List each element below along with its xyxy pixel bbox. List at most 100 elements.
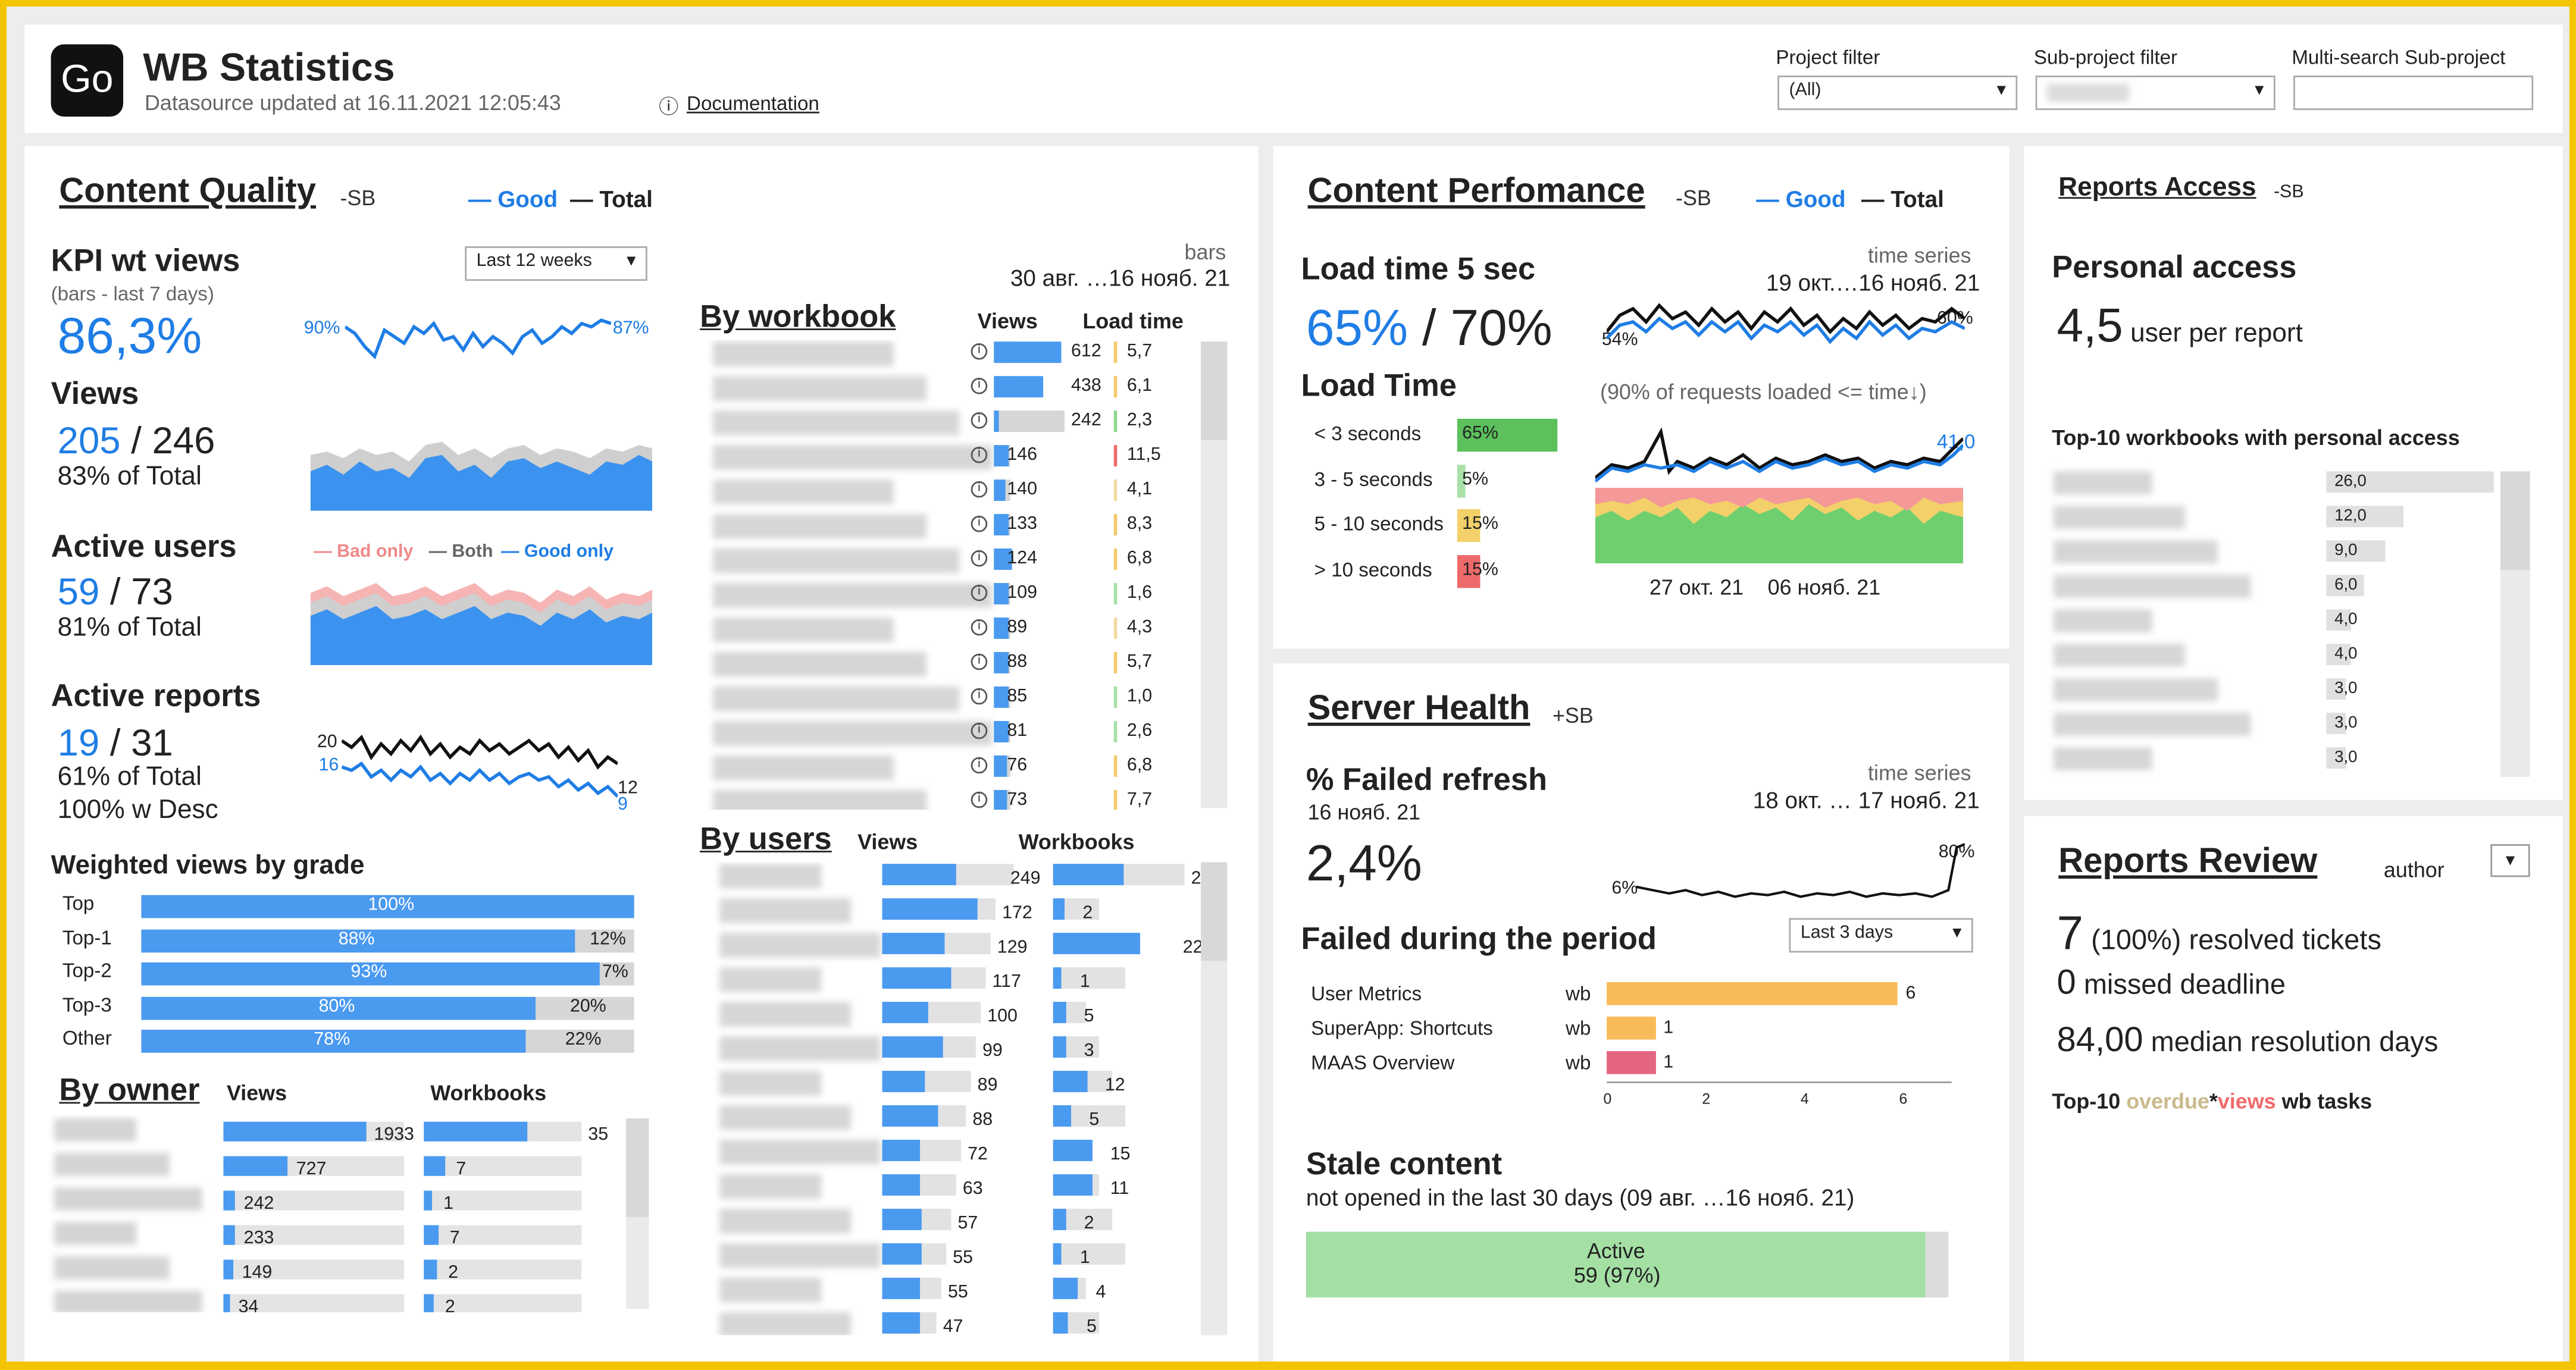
info-icon[interactable]: i (971, 481, 988, 498)
active-users-label: Active users (51, 530, 237, 565)
kpi-sparkline (345, 318, 612, 360)
info-icon[interactable]: i (971, 377, 988, 394)
users-scrollbar[interactable] (1201, 862, 1228, 1335)
info-icon[interactable]: i (971, 619, 988, 636)
user-views-value: 99 (982, 1041, 1003, 1061)
kpi-left: 90% (303, 318, 340, 338)
sh-period-value: Last 3 days (1800, 923, 1893, 943)
load-time-5s: Load time 5 sec (1301, 253, 1536, 288)
users-total: / 73 (99, 569, 173, 613)
wb-load-value: 11,5 (1126, 445, 1161, 465)
subproject-filter-select[interactable] (2035, 75, 2275, 110)
rr-resolved: 7 (100%) resolved tickets (2057, 908, 2381, 963)
failed-name: User Metrics (1311, 982, 1422, 1005)
rr-median-num: 84,00 (2057, 1021, 2143, 1059)
active-reports-label: Active reports (51, 679, 261, 714)
by-workbook-title[interactable]: By workbook (700, 300, 896, 337)
wb-views-bg (994, 410, 1065, 432)
reports-good: 19 (57, 720, 100, 764)
ra-title[interactable]: Reports Access (2058, 174, 2256, 204)
cp-value-good: 65% (1306, 299, 1408, 357)
info-icon[interactable]: i (971, 722, 988, 739)
info-icon[interactable]: i (971, 412, 988, 429)
user-wb-value: 2 (1084, 1214, 1094, 1234)
rr-overdue: overdue (2126, 1089, 2209, 1114)
cp-title[interactable]: Content Perfomance (1308, 173, 1645, 212)
by-users-title[interactable]: By users (700, 823, 832, 859)
sh-title[interactable]: Server Health (1308, 690, 1530, 729)
cp-legend-total: — Total (1861, 185, 1944, 212)
owner-views-bar (223, 1121, 366, 1142)
wb-views-value: 438 (1071, 376, 1101, 396)
sh-period-select[interactable]: Last 3 days (1789, 918, 1973, 953)
period-select[interactable]: Last 12 weeks (465, 246, 647, 281)
rr-title[interactable]: Reports Review (2058, 842, 2317, 882)
wb-bars-label: bars (1184, 240, 1226, 265)
wb-views-value: 73 (1007, 789, 1028, 810)
owner-scrollbar[interactable] (625, 1118, 649, 1309)
wb-views-value: 109 (1007, 583, 1038, 603)
info-icon[interactable]: i (971, 791, 988, 808)
wb-views-value: 612 (1071, 341, 1101, 362)
documentation-link[interactable]: Documentation (687, 92, 819, 115)
content-quality-title[interactable]: Content Quality (59, 173, 316, 212)
user-views-bar (882, 1139, 920, 1161)
wb-load-tick (1113, 720, 1118, 742)
rr-views: views (2217, 1089, 2276, 1114)
users-area-chart (310, 583, 653, 666)
views-pct: 83% of Total (57, 463, 202, 491)
project-filter-select[interactable]: (All) (1777, 75, 2018, 110)
owner-views-value: 242 (243, 1194, 274, 1214)
grade-chart: Top 100% Top-1 88% 12% Top-2 93% 7% Top-3 80% 20% O… (24, 892, 649, 1073)
wb-load-tick (1113, 548, 1118, 570)
owner-wb-value: 2 (445, 1297, 455, 1312)
stale-sub: not opened in the last 30 days (09 авг. … (1306, 1184, 1855, 1211)
user-views-value: 88 (972, 1110, 993, 1130)
info-icon[interactable]: i (971, 515, 988, 532)
multisearch-input[interactable] (2293, 75, 2534, 110)
rr-author-dropdown[interactable]: ▾ (2490, 844, 2530, 877)
personal-access-label: Personal access (2052, 251, 2297, 286)
info-icon[interactable]: i (971, 343, 988, 360)
user-views-value: 172 (1002, 903, 1032, 923)
info-icon[interactable]: i (971, 446, 988, 463)
axis-tick-label: 0 (1603, 1090, 1612, 1107)
server-health-panel: Server Health +SB % Failed refresh 16 но… (1273, 663, 2010, 1362)
views-total: / 246 (120, 419, 215, 462)
rr-star: * (2209, 1089, 2218, 1114)
info-icon[interactable]: i (971, 584, 988, 601)
info-icon[interactable]: i (971, 653, 988, 670)
info-icon[interactable]: i (971, 757, 988, 774)
multisearch-label: Multi-search Sub-project (2292, 46, 2506, 69)
owner-name-blur (54, 1118, 137, 1142)
user-views-bar (882, 864, 957, 886)
by-owner-title[interactable]: By owner (59, 1074, 199, 1111)
cp-ts: time series (1868, 243, 1971, 268)
user-views-value: 117 (992, 972, 1021, 992)
user-views-bar (882, 1002, 928, 1023)
wb-scrollbar[interactable] (1201, 341, 1228, 808)
user-views-value: 129 (997, 938, 1028, 958)
ra-name-blur (2053, 471, 2152, 495)
active-users-value: 59 / 73 (58, 570, 173, 615)
ra-scrollbar[interactable] (2500, 471, 2530, 777)
cp-legend-good: — Good (1756, 185, 1846, 212)
workbook-name-blur (713, 341, 894, 366)
bucket-pct: 15% (1462, 559, 1498, 579)
sh-ts: time series (1868, 760, 1971, 785)
bucket-name: < 3 seconds (1314, 422, 1422, 446)
owner-views-value: 233 (243, 1228, 274, 1249)
workbook-name-blur (713, 617, 894, 642)
info-icon[interactable]: i (971, 550, 988, 567)
ra-value: 3,0 (2334, 714, 2358, 733)
cp-line-chart (1607, 303, 1965, 344)
user-views-bar (882, 1071, 925, 1092)
logo: Go (51, 44, 124, 117)
user-name-blur (719, 1277, 822, 1303)
failed-name: MAAS Overview (1311, 1051, 1455, 1074)
rr-wb-tasks: wb tasks (2275, 1089, 2372, 1114)
views-good: 205 (57, 419, 121, 462)
info-icon[interactable]: i (971, 688, 988, 705)
wb-load-value: 5,7 (1126, 652, 1153, 672)
failed-type: wb (1566, 1051, 1591, 1074)
